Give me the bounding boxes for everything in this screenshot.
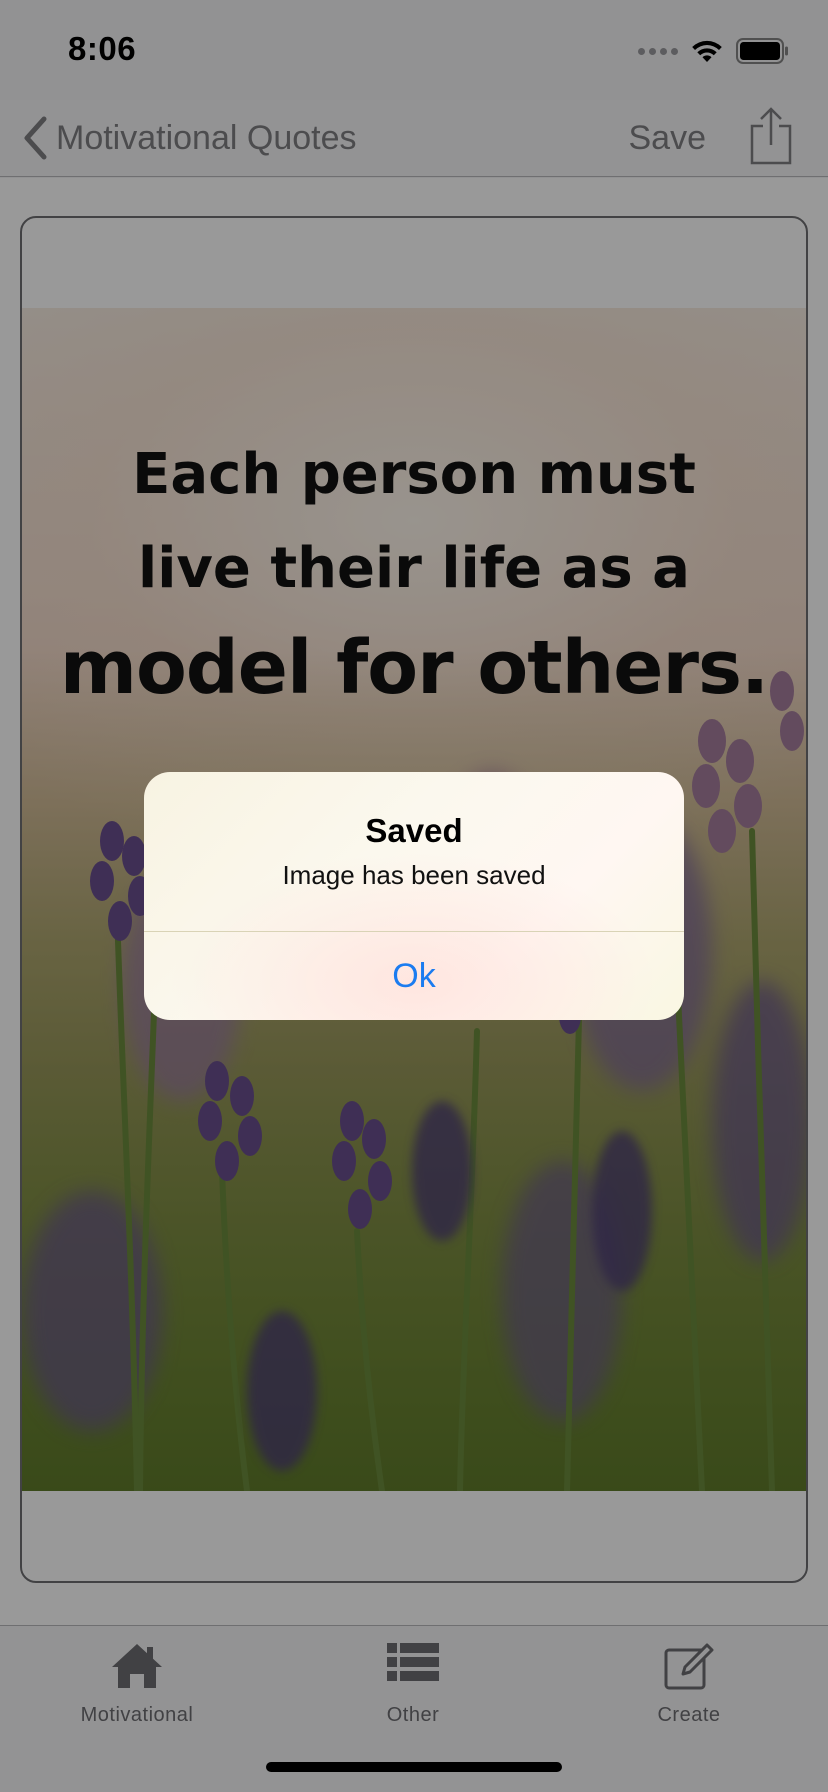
alert-message: Image has been saved xyxy=(282,860,546,890)
ok-button[interactable]: Ok xyxy=(144,932,684,1020)
alert-dialog: Saved Image has been saved Ok xyxy=(144,772,684,1020)
alert-title: Saved xyxy=(365,812,463,849)
